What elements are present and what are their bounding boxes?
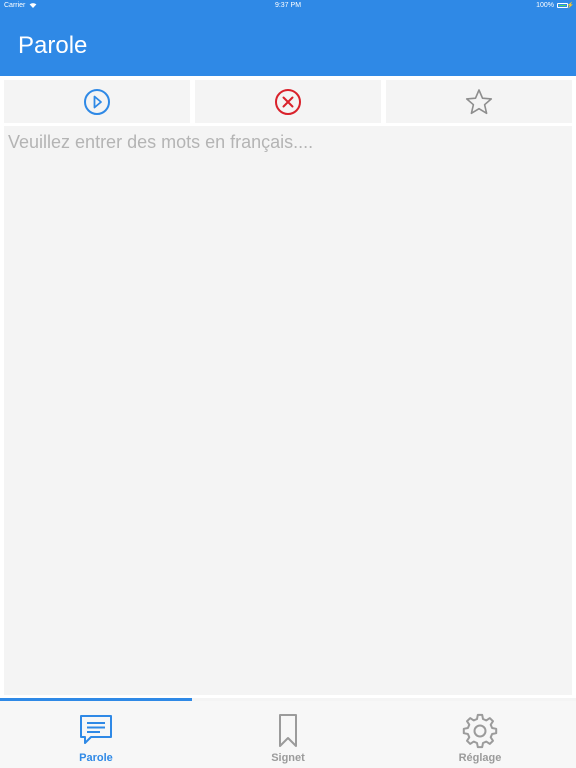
page-title: Parole [18,32,88,59]
tab-reglage-label: Réglage [458,752,502,764]
charging-icon: ⚡ [566,3,574,9]
navigation-bar: Parole [0,12,576,76]
status-time: 9:37 PM [274,2,302,9]
bookmark-icon [192,713,384,749]
chat-bubble-icon [0,713,192,747]
tab-signet-label: Signet [271,752,305,764]
tab-parole-label: Parole [79,752,113,764]
star-icon [464,87,494,117]
text-input[interactable] [4,126,572,695]
tab-bar: Parole Signet Réglage [0,701,576,768]
tab-parole[interactable]: Parole [0,701,192,768]
status-bar: Carrier 9:37 PM 100% ⚡ [0,0,576,12]
play-circle-icon [83,88,111,116]
favorite-button[interactable] [386,80,572,123]
clear-circle-icon [274,88,302,116]
action-toolbar [0,76,576,126]
battery-percentage: 100% [536,2,554,9]
gear-icon [384,713,576,749]
tab-signet[interactable]: Signet [192,701,384,768]
play-button[interactable] [4,80,190,123]
clear-button[interactable] [195,80,381,123]
tab-reglage[interactable]: Réglage [384,701,576,768]
